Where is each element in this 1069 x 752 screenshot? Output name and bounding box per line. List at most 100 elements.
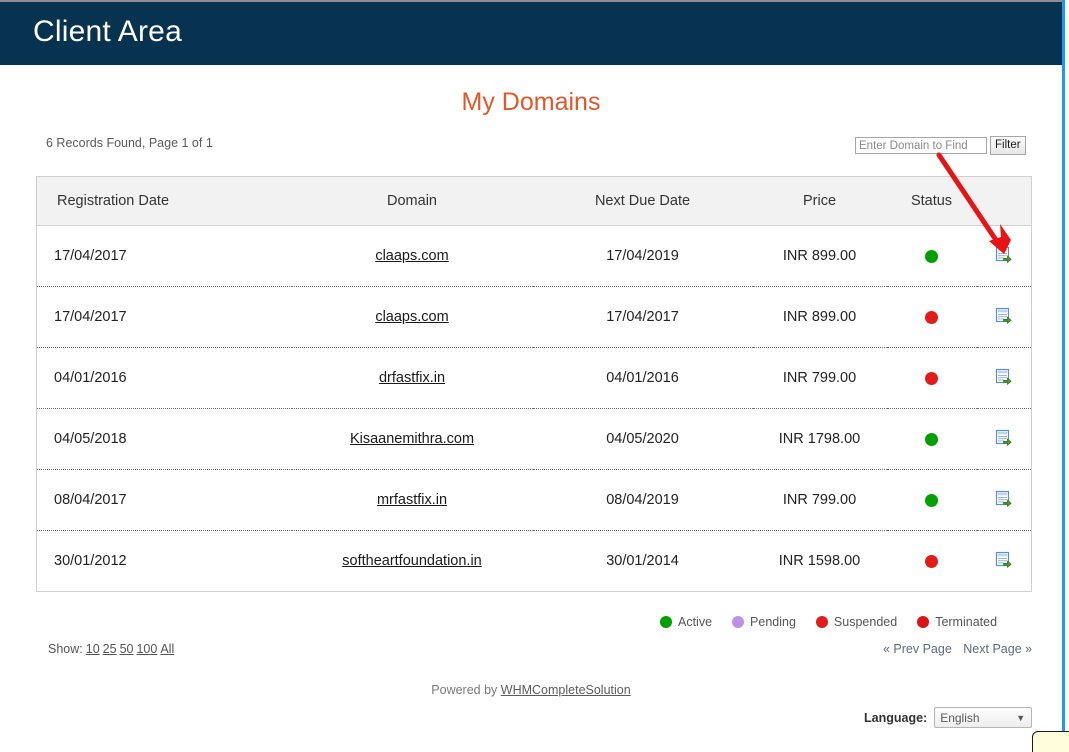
legend-dot-suspended [815,616,828,628]
cell-domain: mrfastfix.in [291,469,533,531]
cell-actions [976,469,1032,531]
column-header-actions [976,176,1032,226]
cell-next-due-date: 04/05/2020 [532,408,753,470]
legend-dot-active [660,616,672,628]
footer-link[interactable]: WHMCompleteSolution [501,683,631,697]
cell-status [886,530,977,592]
cell-status [886,408,977,470]
cell-price: INR 799.00 [752,469,887,531]
cell-price: INR 1798.00 [752,408,887,470]
cell-next-due-date: 08/04/2019 [532,469,753,531]
show-per-page: Show: 10 25 50 100 All [48,642,174,656]
table-row: 04/01/2016 drfastfix.in 04/01/2016 INR 799.… [36,347,1032,409]
legend-label: Suspended [833,615,898,629]
domain-link[interactable]: claaps.com [375,309,448,325]
show-option-all[interactable]: All [160,642,174,656]
status-legend: Active Pending Suspended Terminated [660,615,997,629]
manage-domain-icon[interactable] [995,429,1012,446]
cell-price: INR 899.00 [752,286,887,348]
table-row: 04/05/2018 Kisaanemithra.com 04/05/2020 INR… [36,408,1032,470]
status-badge-active [925,493,938,507]
cell-status [886,469,977,531]
right-edge-line [1062,0,1065,752]
legend-dot-terminated [917,616,930,628]
cell-actions [976,347,1032,409]
show-option-50[interactable]: 50 [120,642,134,656]
cell-registration-date: 04/01/2016 [36,347,292,409]
chevron-down-icon: ▼ [1016,712,1026,723]
cell-next-due-date: 04/01/2016 [532,347,753,409]
footer: Powered by WHMCompleteSolution [0,683,1062,697]
cell-status [886,347,977,409]
cell-actions [976,225,1032,287]
column-header-domain[interactable]: Domain [291,176,533,226]
manage-domain-icon[interactable] [995,490,1012,507]
column-header-next-due-date[interactable]: Next Due Date [532,176,753,226]
domains-table-head: Registration Date Domain Next Due Date P… [36,176,1032,226]
table-header-row: Registration Date Domain Next Due Date P… [36,176,1032,226]
legend-item-pending: Pending [732,615,796,629]
show-option-25[interactable]: 25 [103,642,117,656]
manage-domain-icon[interactable] [995,246,1012,263]
domain-link[interactable]: mrfastfix.in [377,492,447,508]
language-label: Language: [864,710,928,725]
status-badge-suspended [925,371,938,385]
cell-status [886,225,977,287]
cell-next-due-date: 17/04/2017 [532,286,753,348]
status-badge-active [925,249,938,263]
column-header-status[interactable]: Status [886,176,977,226]
cell-status [886,286,977,348]
app-title: Client Area [33,15,182,48]
domains-table: Registration Date Domain Next Due Date P… [36,176,1032,592]
cell-actions [976,408,1032,470]
app-header: Client Area [0,2,1062,65]
show-label: Show: [48,642,83,656]
status-badge-suspended [925,310,938,324]
records-found-text: 6 Records Found, Page 1 of 1 [46,136,213,150]
domain-link[interactable]: Kisaanemithra.com [350,431,474,447]
page-title: My Domains [461,88,601,116]
legend-item-terminated: Terminated [917,615,997,629]
legend-label: Active [678,615,713,629]
cell-registration-date: 04/05/2018 [36,408,292,470]
cell-registration-date: 17/04/2017 [36,225,292,287]
cell-domain: drfastfix.in [291,347,533,409]
domain-link[interactable]: claaps.com [375,248,448,264]
filter-controls: Filter [855,136,1026,155]
manage-domain-icon[interactable] [995,368,1012,385]
filter-button[interactable]: Filter [990,136,1026,155]
legend-label: Terminated [935,615,998,629]
legend-item-active: Active [660,615,712,629]
cell-actions [976,530,1032,592]
domain-link[interactable]: drfastfix.in [379,370,445,386]
legend-dot-pending [732,616,745,628]
cell-registration-date: 08/04/2017 [36,469,292,531]
column-header-registration-date[interactable]: Registration Date [36,176,292,226]
cell-domain: claaps.com [291,225,533,287]
cell-price: INR 1598.00 [752,530,887,592]
cell-registration-date: 17/04/2017 [36,286,292,348]
tooltip-popup-fragment [1032,731,1069,752]
domains-table-wrap: Registration Date Domain Next Due Date P… [36,176,1032,592]
legend-label: Pending [750,615,796,629]
language-selected-value: English [940,710,980,725]
cell-registration-date: 30/01/2012 [36,530,292,592]
cell-next-due-date: 17/04/2019 [532,225,753,287]
language-select[interactable]: English ▼ [934,707,1033,728]
next-page-link[interactable]: Next Page » [963,642,1032,656]
prev-page-link[interactable]: « Prev Page [883,642,952,656]
status-badge-suspended [925,554,938,568]
manage-domain-icon[interactable] [995,551,1012,568]
domain-link[interactable]: softheartfoundation.in [342,553,481,569]
client-area-page: Client Area My Domains 6 Records Found, … [0,0,1069,752]
footer-prefix: Powered by [431,683,498,697]
show-option-100[interactable]: 100 [136,642,157,656]
domain-search-input[interactable] [855,137,987,154]
table-row: 17/04/2017 claaps.com 17/04/2017 INR 899.00 [36,286,1032,348]
show-option-10[interactable]: 10 [86,642,100,656]
domains-table-body: 17/04/2017 claaps.com 17/04/2019 INR 899.00… [36,225,1032,592]
cell-price: INR 899.00 [752,225,887,287]
table-row: 30/01/2012 softheartfoundation.in 30/01/20… [36,530,1032,592]
column-header-price[interactable]: Price [752,176,887,226]
manage-domain-icon[interactable] [995,307,1012,324]
